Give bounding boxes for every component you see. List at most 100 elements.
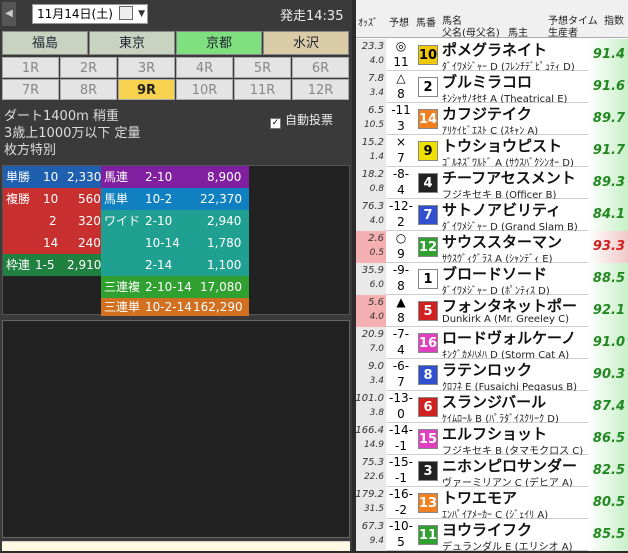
odds-win: 2.6	[368, 233, 384, 244]
odds-place: 14.9	[363, 440, 384, 450]
horse-name: フォンタネットポー	[442, 297, 578, 315]
race-tab-7[interactable]: 7R	[2, 79, 59, 100]
table-row[interactable]: 20.9 7.0 -7- 4 16 ロードヴォルケーノ ｷﾝｸﾞｶﾒﾊﾒﾊ D (Storm…	[356, 327, 628, 361]
venue-tab-fukushima[interactable]: 福島	[2, 31, 88, 55]
payout-type: 馬連	[104, 170, 129, 184]
odds-win: 166.4	[355, 425, 384, 436]
calendar-icon[interactable]	[119, 6, 133, 20]
odds-place: 4.0	[369, 56, 384, 66]
chevron-down-icon[interactable]: ▼	[138, 5, 145, 23]
race-tab-9[interactable]: 9R	[118, 79, 175, 100]
prediction-cell: -11 3	[389, 103, 413, 135]
prediction-mark: ▲	[396, 295, 406, 309]
prediction-cell: ▲ 8	[389, 295, 413, 327]
horse-number: 13	[418, 493, 438, 513]
payout-comb: 14	[43, 236, 59, 250]
table-row[interactable]: 35.9 6.0 -9- 8 1 ブロードソード ﾀﾞｲﾜﾒｼﾞｬｰ D (ﾎﾟﾝﾃｨｽ D…	[356, 263, 628, 297]
odds-win: 67.3	[361, 521, 384, 532]
horse-number: 15	[418, 429, 438, 449]
table-row[interactable]: 9.0 3.4 -6- 7 8 ラテンロック ｸﾛﾌﾈ E (Fusaichi Pegasu…	[356, 359, 628, 393]
table-row[interactable]: 15.2 1.4 × 7 9 トウショウピスト ｺﾞﾙﾈｽﾞﾜﾙﾄﾞ A (ｻｳｽﾊﾞｸｼﾝ…	[356, 135, 628, 169]
payout-comb: 10	[43, 192, 59, 206]
horse-number: 4	[418, 173, 438, 193]
prev-arrow-icon[interactable]: ◀	[2, 2, 16, 26]
table-row[interactable]: 166.4 14.9 -14- -1 15 エルフショット フジキセキ B (タマモクロス …	[355, 423, 628, 457]
empty-panel	[2, 320, 350, 538]
odds-place: 4.0	[369, 216, 384, 226]
payout-comb: 2-10	[145, 170, 173, 184]
payout-amount: 320	[78, 214, 101, 228]
payout-comb: 2-14	[145, 258, 173, 272]
prediction-mark: △	[396, 71, 406, 85]
prediction-cell: -15- -1	[389, 455, 413, 487]
date-picker[interactable]: 11月14日(土) ▼	[32, 4, 148, 24]
odds-win: 9.0	[368, 361, 384, 372]
prediction-mark: -8-	[392, 167, 410, 181]
payout-table: 単勝 10 2,330 複勝 10 560 2 320 14 240 枠連 1-…	[2, 165, 350, 316]
horse-name: ポメグラネイト	[442, 41, 548, 59]
auto-vote-checkbox[interactable]: ✓ 自動投票	[270, 111, 333, 129]
race-tab-8[interactable]: 8R	[60, 79, 117, 100]
race-tab-2[interactable]: 2R	[60, 57, 117, 78]
prediction-mark: ◎	[395, 39, 407, 53]
prediction-rank: 7	[397, 151, 405, 165]
payout-amount: 1,780	[207, 236, 242, 250]
table-row[interactable]: 75.3 22.6 -15- -1 3 ニホンピロサンダー ヴァーミリアン C (デヒア A…	[356, 455, 628, 489]
checkbox-checked-icon[interactable]: ✓	[270, 118, 281, 129]
prediction-rank: 0	[397, 407, 405, 421]
table-row[interactable]: 23.3 4.0 ◎ 11 10 ポメグラネイト ﾀﾞｲﾜﾒｼﾞｬｰ D (ﾌﾚﾝﾁﾃﾞﾋﾟ…	[356, 39, 628, 73]
payout-amount: 17,080	[200, 280, 242, 294]
race-tab-11[interactable]: 11R	[234, 79, 291, 100]
table-row[interactable]: 7.8 3.4 △ 8 2 ブルミラコロ ｷﾝｼｬｻﾉｷｾｷ A (Theatrical E…	[356, 71, 628, 105]
horse-number: 7	[418, 205, 438, 225]
odds-cell: 101.0 3.8	[355, 391, 386, 423]
venue-tab-kyoto[interactable]: 京都	[176, 31, 262, 55]
odds-cell: 7.8 3.4	[356, 71, 386, 103]
odds-place: 9.4	[369, 536, 384, 546]
table-row[interactable]: 6.5 10.5 -11 3 14 カフジテイク ｱﾘｹｲﾋﾞｴｽﾄ C (ｽｷｬﾝ A) 8…	[356, 103, 628, 137]
index-score: 91.4	[588, 39, 628, 71]
race-tab-12[interactable]: 12R	[292, 79, 349, 100]
horse-name: トワエモア	[442, 489, 518, 507]
table-row[interactable]: 2.6 0.5 ○ 9 12 サウススターマン ｻｳｽｳﾞｨｸﾞﾗｽ A (ｼｬﾝﾃﾞｨ E…	[356, 231, 628, 265]
race-tab-6[interactable]: 6R	[292, 57, 349, 78]
payout-amount: 2,910	[67, 258, 102, 272]
table-row[interactable]: 5.6 4.0 ▲ 8 5 フォンタネットポー Dunkirk A (Mr. Greeley…	[356, 295, 628, 327]
odds-cell: 6.5 10.5	[356, 103, 386, 135]
payout-amount: 162,290	[193, 300, 243, 314]
race-tab-4[interactable]: 4R	[176, 57, 233, 78]
index-score: 82.5	[588, 455, 628, 487]
table-row[interactable]: 67.3 9.4 -10- 5 11 ヨウライフク デュランダル E (エリシオ A) 85.…	[356, 519, 628, 553]
horse-name: エルフショット	[442, 425, 548, 443]
prediction-rank: -1	[395, 471, 407, 485]
odds-win: 15.2	[361, 137, 384, 148]
index-value: 90.3	[592, 367, 625, 382]
race-tab-5[interactable]: 5R	[234, 57, 291, 78]
table-row[interactable]: 101.0 3.8 -13- 0 6 スランジバール ｹｲﾑﾛｰﾙ B (ﾊﾟﾗﾀﾞｲｽｸﾘ…	[355, 391, 628, 425]
race-tab-10[interactable]: 10R	[176, 79, 233, 100]
race-name: 枚方特別	[4, 143, 57, 158]
index-value: 82.5	[592, 463, 625, 478]
col-index: 指数	[604, 16, 624, 27]
prediction-cell: -16- -2	[389, 487, 413, 519]
horse-name: ブロードソード	[442, 265, 548, 283]
venue-tab-mizusawa[interactable]: 水沢	[263, 31, 349, 55]
table-row[interactable]: 179.2 31.5 -16- -2 13 トワエモア ｴﾝﾊﾟｲｱﾒｰｶｰ C (ｼﾞｪｲ…	[355, 487, 628, 521]
odds-win: 75.3	[361, 457, 384, 468]
table-row[interactable]: 76.3 4.0 -12- 2 7 サトノアビリティ ﾀﾞｲﾜﾒｼﾞｬｰ D (Grand …	[356, 199, 628, 233]
table-row[interactable]: 18.2 0.8 -8- 4 4 チーフアセスメント フジキセキ B (Officer B)…	[356, 167, 628, 201]
prediction-cell: × 7	[389, 135, 413, 167]
horse-number: 12	[418, 237, 438, 257]
race-tab-1[interactable]: 1R	[2, 57, 59, 78]
prediction-rank: 2	[397, 215, 405, 229]
index-score: 91.7	[588, 135, 628, 167]
col-odds: ｵｯｽﾞ	[358, 18, 378, 29]
prediction-cell: -14- -1	[389, 423, 413, 455]
index-score: 86.5	[588, 423, 628, 455]
odds-place: 0.5	[369, 248, 384, 258]
venue-tab-tokyo[interactable]: 東京	[89, 31, 175, 55]
odds-place: 3.4	[369, 376, 384, 386]
prediction-mark: ○	[395, 231, 407, 245]
odds-cell: 166.4 14.9	[355, 423, 386, 455]
race-tab-3[interactable]: 3R	[118, 57, 175, 78]
